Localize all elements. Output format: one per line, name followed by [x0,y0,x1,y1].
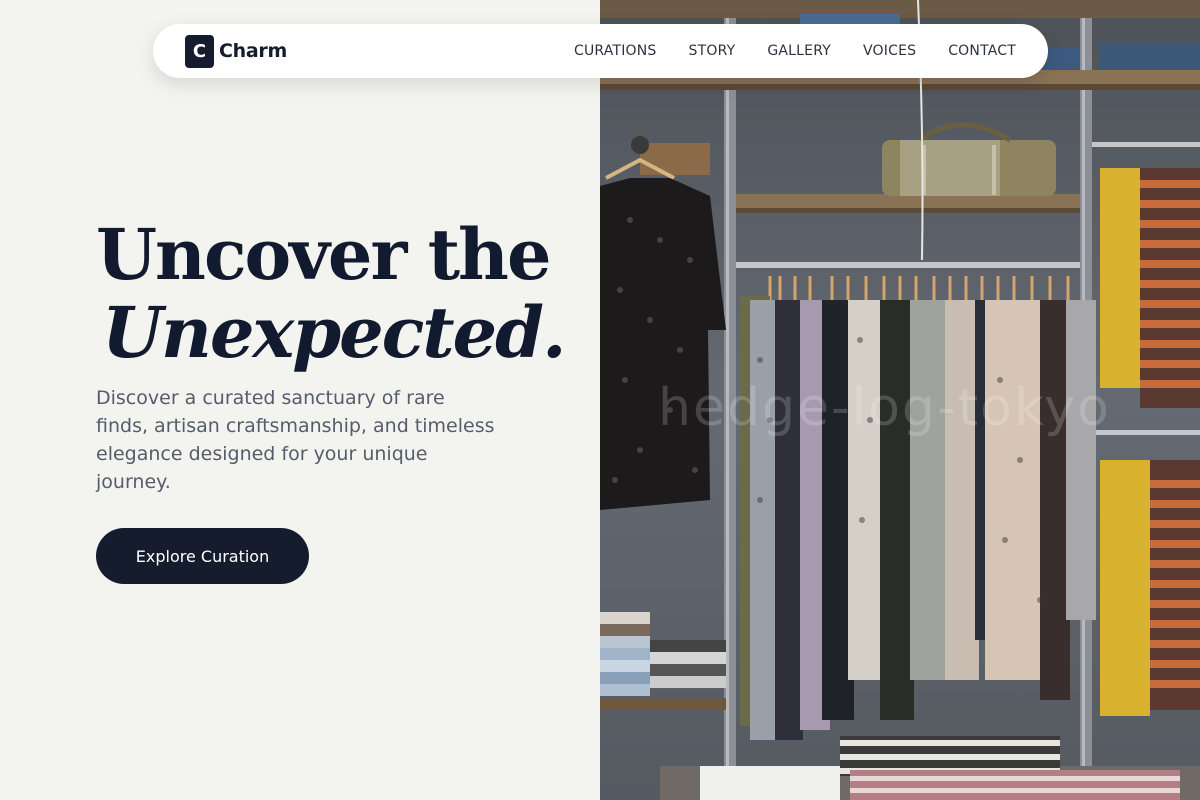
top-navbar: C Charm CURATIONS STORY GALLERY VOICES C… [153,24,1048,78]
nav-links: CURATIONS STORY GALLERY VOICES CONTACT [574,24,1016,78]
hero-title: Uncover the Unexpected. [96,213,566,374]
hero-title-line2: Unexpected. [102,291,566,374]
nav-link-contact[interactable]: CONTACT [948,43,1016,59]
hero-title-line1: Uncover the [96,213,551,296]
brand-logo[interactable]: C Charm [185,34,287,68]
nav-link-story[interactable]: STORY [689,43,736,59]
brand-mark-icon: C [185,34,214,68]
brand-name: Charm [219,40,287,62]
clothing-rack-photo: hedge-log-tokyo [600,0,1200,800]
explore-curation-button[interactable]: Explore Curation [96,528,309,584]
nav-link-voices[interactable]: VOICES [863,43,916,59]
nav-link-curations[interactable]: CURATIONS [574,43,657,59]
nav-link-gallery[interactable]: GALLERY [767,43,831,59]
hero-section: Uncover the Unexpected. Discover a curat… [0,0,600,800]
photo-watermark: hedge-log-tokyo [658,378,1111,438]
hero-description: Discover a curated sanctuary of rare fin… [96,387,495,493]
